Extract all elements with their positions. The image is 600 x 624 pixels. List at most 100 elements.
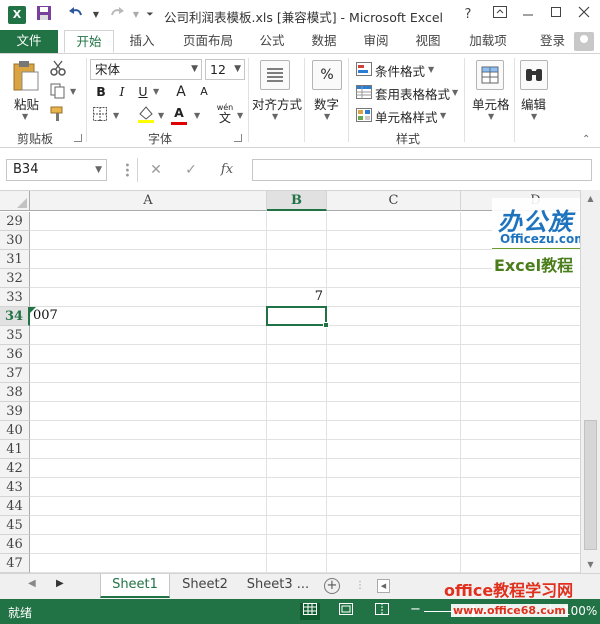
editing-button[interactable]: 编辑 [521, 94, 546, 113]
cell-d39[interactable] [461, 402, 580, 421]
cell-c41[interactable] [327, 440, 461, 459]
cell-b38[interactable] [267, 383, 327, 402]
cells-button[interactable]: 单元格 [472, 94, 510, 113]
cell-c36[interactable] [327, 345, 461, 364]
chevron-down-icon[interactable]: ▼ [191, 60, 198, 79]
row-header-45[interactable]: 45 [0, 516, 30, 535]
cell-a34[interactable]: 007 [30, 307, 267, 326]
cell-b35[interactable] [267, 326, 327, 345]
tab-formulas[interactable]: 公式 [250, 30, 294, 53]
clipboard-launcher-icon[interactable] [74, 134, 82, 142]
column-header-c[interactable]: C [327, 191, 461, 211]
number-button[interactable]: 数字 [314, 94, 339, 113]
cell-b41[interactable] [267, 440, 327, 459]
fill-handle[interactable] [323, 322, 329, 328]
cell-a45[interactable] [30, 516, 267, 535]
sheet-next-icon[interactable]: ▶ [56, 578, 64, 589]
login-link[interactable]: 登录 [540, 30, 565, 53]
cell-a33[interactable] [30, 288, 267, 307]
cell-d45[interactable] [461, 516, 580, 535]
cell-a40[interactable] [30, 421, 267, 440]
row-header-42[interactable]: 42 [0, 459, 30, 478]
minimize-icon[interactable] [516, 4, 540, 26]
cell-d37[interactable] [461, 364, 580, 383]
close-icon[interactable] [572, 4, 596, 26]
cell-a32[interactable] [30, 269, 267, 288]
row-header-30[interactable]: 30 [0, 231, 30, 250]
grow-font-button[interactable]: A [172, 83, 190, 101]
cell-b30[interactable] [267, 231, 327, 250]
row-header-31[interactable]: 31 [0, 250, 30, 269]
row-header-46[interactable]: 46 [0, 535, 30, 554]
collapse-ribbon-icon[interactable]: ⌃ [582, 134, 590, 145]
font-launcher-icon[interactable] [234, 134, 242, 142]
row-header-35[interactable]: 35 [0, 326, 30, 345]
tab-file[interactable]: 文件 [0, 30, 58, 53]
column-header-a[interactable]: A [30, 191, 267, 211]
format-painter-icon[interactable] [50, 106, 66, 125]
cell-c30[interactable] [327, 231, 461, 250]
cell-a47[interactable] [30, 554, 267, 573]
conditional-formatting-dropdown-icon[interactable]: ▼ [428, 65, 434, 74]
help-button[interactable]: ? [456, 4, 480, 26]
cell-b29[interactable] [267, 212, 327, 231]
editing-dropdown-icon[interactable]: ▼ [531, 112, 537, 121]
sheet-tab-sheet1[interactable]: Sheet1 [100, 574, 170, 598]
row-header-41[interactable]: 41 [0, 440, 30, 459]
maximize-icon[interactable] [544, 4, 568, 26]
cell-a37[interactable] [30, 364, 267, 383]
underline-dropdown-icon[interactable]: ▼ [153, 87, 159, 96]
cell-d43[interactable] [461, 478, 580, 497]
scroll-down-icon[interactable]: ▼ [581, 556, 600, 573]
cell-a46[interactable] [30, 535, 267, 554]
row-header-47[interactable]: 47 [0, 554, 30, 573]
alignment-icon[interactable] [260, 60, 290, 90]
font-color-icon[interactable]: A [170, 104, 188, 125]
cut-icon[interactable] [50, 60, 66, 79]
cell-b43[interactable] [267, 478, 327, 497]
cell-c44[interactable] [327, 497, 461, 516]
cell-b31[interactable] [267, 250, 327, 269]
cell-styles-icon[interactable] [356, 108, 372, 125]
cell-b40[interactable] [267, 421, 327, 440]
cell-b46[interactable] [267, 535, 327, 554]
cell-b44[interactable] [267, 497, 327, 516]
font-size-combo[interactable]: 12 ▼ [205, 59, 245, 80]
cell-b39[interactable] [267, 402, 327, 421]
cell-d34[interactable] [461, 307, 580, 326]
cell-styles-button[interactable]: 单元格样式 [375, 107, 438, 126]
shrink-font-button[interactable]: A [195, 83, 213, 101]
font-name-combo[interactable]: 宋体 ▼ [90, 59, 202, 80]
row-header-34[interactable]: 34 [0, 307, 30, 326]
sheet-tab-sheet3[interactable]: Sheet3 ... [240, 574, 316, 598]
cell-c46[interactable] [327, 535, 461, 554]
vertical-scrollbar[interactable]: ▲ ▼ [580, 190, 600, 573]
copy-dropdown-icon[interactable]: ▼ [70, 87, 76, 96]
cell-c34[interactable] [327, 307, 461, 326]
tab-addins[interactable]: 加载项 [460, 30, 516, 53]
name-box[interactable]: B34 ▼ [6, 159, 107, 181]
normal-view-icon[interactable] [300, 603, 320, 620]
page-layout-view-icon[interactable] [336, 603, 356, 620]
cell-b42[interactable] [267, 459, 327, 478]
customize-qat-icon[interactable]: ⏷ [140, 5, 160, 25]
ribbon-display-options-icon[interactable] [488, 4, 512, 26]
cell-a39[interactable] [30, 402, 267, 421]
chevron-down-icon[interactable]: ▼ [95, 160, 102, 180]
alignment-dropdown-icon[interactable]: ▼ [272, 112, 278, 121]
cell-d38[interactable] [461, 383, 580, 402]
formula-bar-grip-icon[interactable]: • • • [121, 162, 132, 176]
paste-dropdown-icon[interactable]: ▼ [22, 112, 28, 121]
zoom-out-button[interactable]: − [410, 602, 421, 617]
cell-c37[interactable] [327, 364, 461, 383]
cell-a43[interactable] [30, 478, 267, 497]
format-as-table-dropdown-icon[interactable]: ▼ [452, 88, 458, 97]
tab-data[interactable]: 数据 [302, 30, 346, 53]
cell-c33[interactable] [327, 288, 461, 307]
cell-a38[interactable] [30, 383, 267, 402]
tab-page-layout[interactable]: 页面布局 [172, 30, 244, 53]
number-as-text-indicator-icon[interactable] [30, 307, 36, 313]
cell-d42[interactable] [461, 459, 580, 478]
borders-dropdown-icon[interactable]: ▼ [113, 111, 119, 120]
cell-c38[interactable] [327, 383, 461, 402]
